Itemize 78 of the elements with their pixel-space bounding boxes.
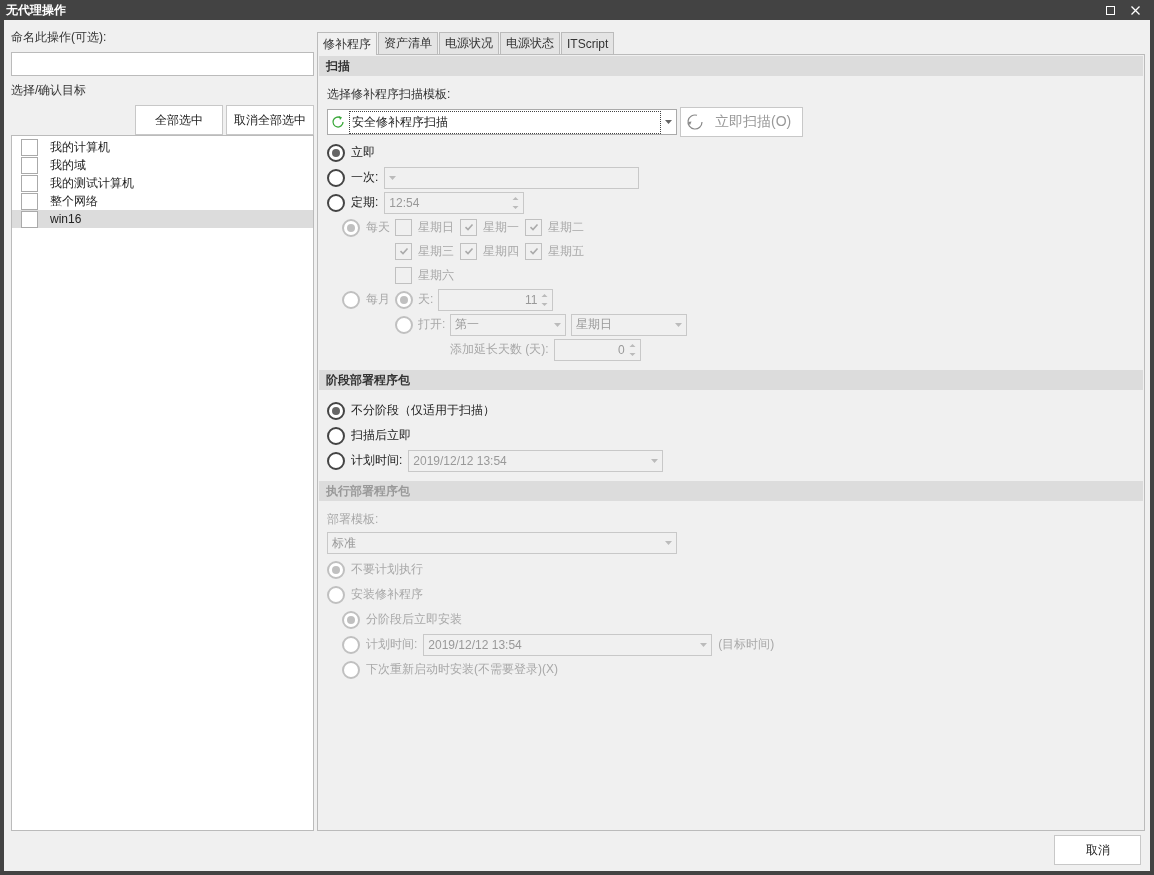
radio-label: 计划时间: xyxy=(351,452,403,469)
radio-label: 下次重新启动时安装(不需要登录)(X) xyxy=(366,661,558,678)
window-title: 无代理操作 xyxy=(6,1,66,19)
check-icon xyxy=(463,222,474,232)
caret-icon xyxy=(554,322,562,327)
section-label: 选择/确认目标 xyxy=(11,82,88,99)
check-icon xyxy=(463,246,474,256)
checkbox[interactable] xyxy=(21,138,38,156)
radio-label: 不分阶段（仅适用于扫描） xyxy=(351,402,495,419)
checkbox-label: 星期日 xyxy=(418,218,454,236)
tab[interactable]: 资产清单 xyxy=(378,32,438,54)
tab[interactable]: 电源状态 xyxy=(500,32,560,54)
select-button[interactable]: 取消全部选中 xyxy=(226,105,314,135)
refresh-icon xyxy=(685,112,705,132)
field-label: 选择修补程序扫描模板: xyxy=(327,86,452,103)
tab[interactable]: 电源状况 xyxy=(439,32,499,54)
caret-icon xyxy=(675,322,683,327)
field-label: 命名此操作(可选): xyxy=(11,29,108,46)
check-icon xyxy=(528,222,539,232)
radio-button[interactable] xyxy=(327,168,345,187)
maximize-icon[interactable] xyxy=(1106,5,1115,15)
cancel-button[interactable]: 取消 xyxy=(1054,835,1141,865)
radio-label: 分阶段后立即安装 xyxy=(366,611,462,628)
radio-label: 安装修补程序 xyxy=(351,586,423,603)
checkbox[interactable] xyxy=(21,192,38,210)
radio-button[interactable] xyxy=(327,143,345,162)
tab[interactable]: 修补程序 xyxy=(317,32,377,55)
caret-icon xyxy=(389,175,397,180)
select-button[interactable]: 全部选中 xyxy=(135,105,223,135)
tab[interactable]: ITScript xyxy=(561,32,615,54)
radio-label: 定期: xyxy=(351,194,379,211)
spinner-arrows-icon xyxy=(512,195,520,210)
spinner-arrows-icon xyxy=(541,292,549,307)
radio-button[interactable] xyxy=(327,426,345,445)
radio-label: 立即 xyxy=(351,144,375,161)
section-header: 阶段部署程序包 xyxy=(319,370,1143,390)
suffix-label: (目标时间) xyxy=(718,636,775,653)
check-icon xyxy=(398,246,409,256)
field-label: 部署模板: xyxy=(327,511,380,528)
checkbox-label: 星期三 xyxy=(418,242,454,260)
name-input-field[interactable] xyxy=(11,52,314,76)
close-icon[interactable] xyxy=(1131,5,1140,15)
caret-icon xyxy=(665,541,672,545)
field-label: 添加延长天数 (天): xyxy=(450,341,549,358)
target-list-item[interactable]: win16 xyxy=(12,210,313,228)
radio-button[interactable] xyxy=(327,451,345,470)
date-dropdown[interactable] xyxy=(384,166,640,189)
checkbox[interactable] xyxy=(21,174,38,192)
radio-label: 天: xyxy=(418,291,434,308)
radio-label: 计划时间: xyxy=(366,636,418,653)
checkbox-label: 星期二 xyxy=(548,218,584,236)
caret-icon xyxy=(700,642,708,647)
checkbox-label: 星期一 xyxy=(483,218,519,236)
caret-icon xyxy=(651,458,659,463)
radio-button[interactable] xyxy=(327,401,345,420)
checkbox[interactable] xyxy=(21,210,38,228)
target-list-item[interactable]: 我的域 xyxy=(12,156,313,174)
radio-label: 每天 xyxy=(366,219,390,236)
refresh-icon xyxy=(331,115,345,129)
checkbox[interactable] xyxy=(21,156,38,174)
section-header: 执行部署程序包 xyxy=(319,481,1143,501)
checkbox-label: 星期六 xyxy=(418,266,454,284)
check-icon xyxy=(528,246,539,256)
radio-label: 每月 xyxy=(366,291,390,308)
spinner-arrows-icon xyxy=(628,342,636,357)
radio-label: 扫描后立即 xyxy=(351,427,411,444)
section-header: 扫描 xyxy=(319,56,1143,76)
target-list-item[interactable]: 我的测试计算机 xyxy=(12,174,313,192)
radio-label: 不要计划执行 xyxy=(351,561,423,578)
scan-template-dropdown[interactable]: 安全修补程序扫描 xyxy=(327,109,677,135)
target-list-item[interactable]: 我的计算机 xyxy=(12,138,313,156)
checkbox-label: 星期五 xyxy=(548,242,584,260)
radio-label: 一次: xyxy=(351,169,379,186)
target-list-item[interactable]: 整个网络 xyxy=(12,192,313,210)
caret-icon xyxy=(665,120,672,124)
checkbox-label: 星期四 xyxy=(483,242,519,260)
radio-label: 打开: xyxy=(418,316,446,333)
radio-button[interactable] xyxy=(327,193,345,212)
